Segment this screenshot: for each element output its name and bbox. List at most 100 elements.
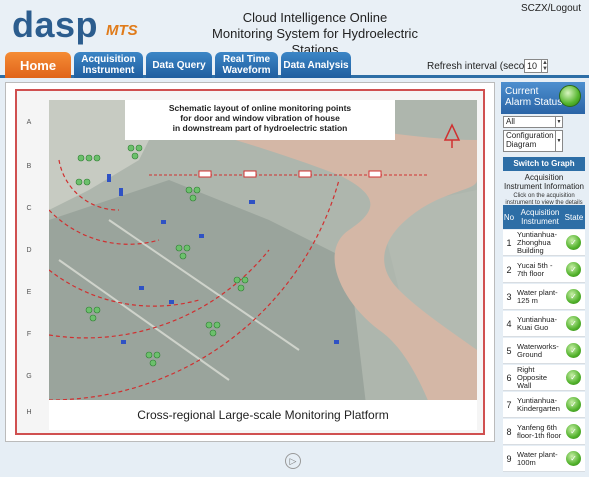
row-instrument: Waterworks-Ground bbox=[517, 342, 559, 359]
instrument-row[interactable]: 5 Waterworks-Ground ✓ bbox=[503, 338, 585, 364]
monitoring-point[interactable] bbox=[77, 154, 85, 162]
monitoring-point[interactable] bbox=[75, 178, 83, 186]
monitoring-point[interactable] bbox=[175, 244, 183, 252]
tab-data-analysis[interactable]: Data Analysis bbox=[281, 52, 351, 78]
check-icon: ✓ bbox=[566, 262, 581, 277]
monitoring-point[interactable] bbox=[93, 306, 101, 314]
check-icon: ✓ bbox=[566, 370, 581, 385]
monitoring-point[interactable] bbox=[189, 194, 197, 202]
monitoring-point[interactable] bbox=[153, 351, 161, 359]
row-no: 9 bbox=[506, 454, 512, 464]
map-graphic bbox=[49, 100, 477, 430]
sensor-marker[interactable] bbox=[249, 200, 255, 204]
monitoring-point[interactable] bbox=[193, 186, 201, 194]
check-icon: ✓ bbox=[566, 289, 581, 304]
instrument-row[interactable]: 2 Yucai 5th - 7th floor ✓ bbox=[503, 257, 585, 283]
row-instrument: Right Opposite Wall bbox=[517, 365, 548, 390]
instrument-row[interactable]: 8 Yanfeng 6th floor-1th floor ✓ bbox=[503, 419, 585, 445]
check-icon: ✓ bbox=[566, 343, 581, 358]
row-no: 4 bbox=[506, 319, 512, 329]
logo-sub: MTS bbox=[106, 22, 138, 39]
sensor-marker[interactable] bbox=[334, 340, 339, 344]
monitoring-point[interactable] bbox=[85, 154, 93, 162]
instrument-row[interactable]: 3 Water plant-125 m ✓ bbox=[503, 284, 585, 310]
sensor-marker[interactable] bbox=[107, 174, 111, 182]
row-no: 3 bbox=[506, 292, 512, 302]
monitoring-point[interactable] bbox=[145, 351, 153, 359]
refresh-stepper[interactable]: ▲ ▼ bbox=[541, 60, 548, 72]
header: dasp MTS Cloud Intelligence Online Monit… bbox=[0, 0, 589, 57]
tab-home[interactable]: Home bbox=[5, 52, 71, 78]
monitoring-point[interactable] bbox=[213, 321, 221, 329]
sensor-marker[interactable] bbox=[119, 188, 123, 196]
configuration-diagram-select[interactable]: Configuration Diagram ▼ bbox=[503, 130, 563, 152]
tab-data-query[interactable]: Data Query bbox=[146, 52, 212, 78]
row-no: 1 bbox=[506, 238, 512, 248]
monitoring-point[interactable] bbox=[241, 276, 249, 284]
grid-row-label: B bbox=[26, 163, 32, 170]
monitoring-point[interactable] bbox=[237, 284, 245, 292]
check-icon: ✓ bbox=[566, 451, 581, 466]
chevron-down-icon: ▼ bbox=[555, 131, 562, 151]
grid-row-label: A bbox=[26, 119, 32, 126]
distance-tag bbox=[298, 170, 312, 178]
monitoring-point[interactable] bbox=[83, 178, 91, 186]
col-state: State bbox=[564, 212, 584, 222]
grid-row-label: E bbox=[26, 289, 32, 296]
tab-acquisition-instrument[interactable]: Acquisition Instrument bbox=[74, 52, 143, 78]
monitoring-point[interactable] bbox=[183, 244, 191, 252]
logout-link[interactable]: SCZX/Logout bbox=[521, 3, 581, 14]
monitoring-point[interactable] bbox=[149, 359, 157, 367]
grid-row-label: G bbox=[26, 373, 32, 380]
alarm-status-panel: Current Alarm Status bbox=[501, 82, 585, 114]
instrument-row[interactable]: 7 Yuntianhua-Kindergarten ✓ bbox=[503, 392, 585, 418]
instrument-row[interactable]: 1 Yuntianhua-Zhonghua Building ✓ bbox=[503, 230, 585, 256]
sensor-marker[interactable] bbox=[169, 300, 174, 304]
monitoring-point[interactable] bbox=[209, 329, 217, 337]
instrument-row[interactable]: 6 Right Opposite Wall ✓ bbox=[503, 365, 585, 391]
monitoring-point[interactable] bbox=[135, 144, 143, 152]
monitoring-point[interactable] bbox=[205, 321, 213, 329]
check-icon: ✓ bbox=[566, 316, 581, 331]
sensor-marker[interactable] bbox=[199, 234, 204, 238]
switch-to-graph-menu-button[interactable]: Switch to Graph Menu bbox=[503, 157, 585, 182]
grid-row-label: D bbox=[26, 247, 32, 254]
monitoring-point[interactable] bbox=[179, 252, 187, 260]
monitoring-point[interactable] bbox=[85, 306, 93, 314]
row-instrument: Water plant-100m bbox=[517, 450, 558, 467]
map-panel: A B C D E F G H Schematic layout of onli… bbox=[5, 82, 495, 442]
play-icon[interactable]: ▷ bbox=[285, 453, 301, 469]
instrument-list-header: No Acquisition Instrument State bbox=[503, 205, 585, 229]
monitoring-point[interactable] bbox=[185, 186, 193, 194]
alarm-filter-select[interactable]: All ▼ bbox=[503, 116, 563, 128]
logo: dasp bbox=[12, 4, 99, 45]
col-no: No bbox=[503, 212, 515, 222]
sensor-marker[interactable] bbox=[161, 220, 166, 224]
tab-realtime-waveform[interactable]: Real Time Waveform bbox=[215, 52, 278, 78]
distance-tag bbox=[198, 170, 212, 178]
check-icon: ✓ bbox=[566, 424, 581, 439]
row-no: 5 bbox=[506, 346, 512, 356]
distance-tag bbox=[243, 170, 257, 178]
map-footer: Cross-regional Large-scale Monitoring Pl… bbox=[49, 400, 477, 430]
col-instrument: Acquisition Instrument bbox=[520, 208, 560, 226]
monitoring-point[interactable] bbox=[127, 144, 135, 152]
satellite-map[interactable]: Schematic layout of online monitoring po… bbox=[49, 100, 477, 430]
row-instrument: Yucai 5th - 7th floor bbox=[517, 261, 553, 278]
sensor-marker[interactable] bbox=[139, 286, 144, 290]
monitoring-point[interactable] bbox=[93, 154, 101, 162]
monitoring-point[interactable] bbox=[89, 314, 97, 322]
check-icon: ✓ bbox=[566, 397, 581, 412]
check-icon: ✓ bbox=[566, 235, 581, 250]
instrument-row[interactable]: 9 Water plant-100m ✓ bbox=[503, 446, 585, 472]
sensor-marker[interactable] bbox=[121, 340, 126, 344]
grid-row-label: F bbox=[26, 331, 32, 338]
row-no: 8 bbox=[506, 427, 512, 437]
sidebar: Current Alarm Status All ▼ Configuration… bbox=[501, 82, 587, 475]
acquisition-info-heading: Acquisition Instrument Information bbox=[503, 173, 585, 191]
monitoring-point[interactable] bbox=[233, 276, 241, 284]
row-instrument: Yanfeng 6th floor-1th floor bbox=[517, 423, 562, 440]
instrument-row[interactable]: 4 Yuntianhua-Kuai Guo ✓ bbox=[503, 311, 585, 337]
monitoring-point[interactable] bbox=[131, 152, 139, 160]
row-no: 6 bbox=[506, 373, 512, 383]
